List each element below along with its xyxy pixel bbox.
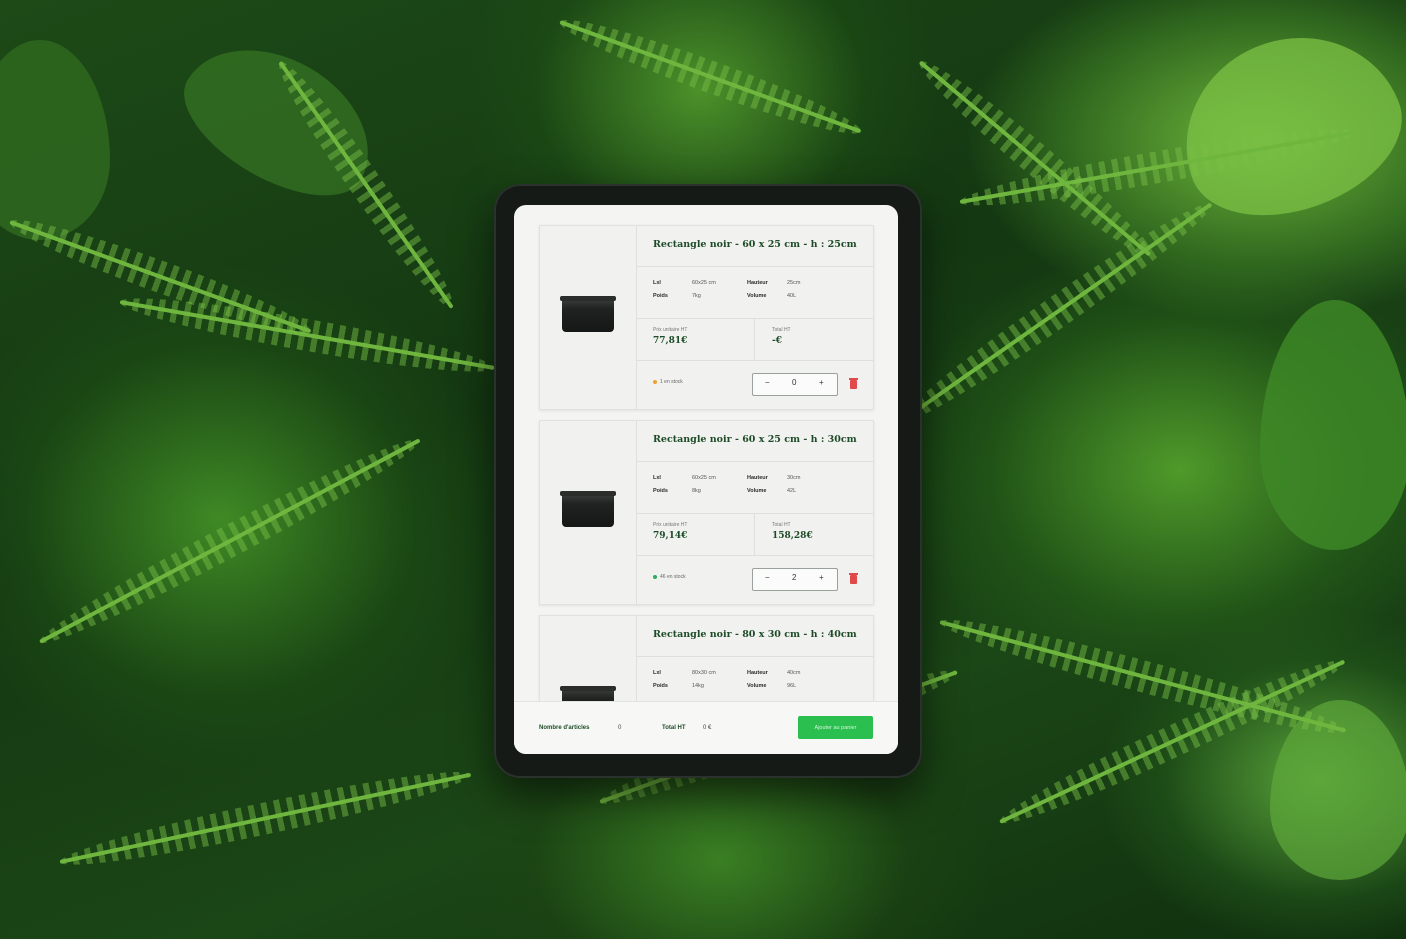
spec-value: 40cm xyxy=(787,670,801,676)
product-title: Rectangle noir - 60 x 25 cm - h : 30cm xyxy=(653,434,857,445)
product-image xyxy=(540,421,637,604)
spec-value: 42L xyxy=(787,488,797,494)
product-image xyxy=(540,616,637,702)
spec-label: Lxl xyxy=(653,475,661,481)
product-title: Rectangle noir - 60 x 25 cm - h : 25cm xyxy=(653,239,857,250)
spec-label: Lxl xyxy=(653,280,661,286)
increment-button[interactable]: + xyxy=(819,573,824,582)
cart-footer: Nombre d'articles 0 Total HT 0 € Ajouter… xyxy=(514,701,898,754)
quantity-value[interactable]: 2 xyxy=(792,573,796,582)
total-price: -€ xyxy=(772,336,782,346)
unit-price: 79,14€ xyxy=(653,531,688,541)
quantity-stepper[interactable]: − 2 + xyxy=(752,568,838,591)
product-card: Rectangle noir - 60 x 25 cm - h : 25cm L… xyxy=(539,225,874,410)
product-card: Rectangle noir - 80 x 30 cm - h : 40cm L… xyxy=(539,615,874,702)
trash-icon[interactable] xyxy=(849,378,858,389)
spec-value: 96L xyxy=(787,683,797,689)
spec-label: Hauteur xyxy=(747,670,768,676)
spec-value: 40L xyxy=(787,293,797,299)
article-count-label: Nombre d'articles xyxy=(539,725,590,731)
total-label: Total HT xyxy=(772,522,791,528)
black-planter-icon xyxy=(560,491,616,527)
stock-ok-dot-icon xyxy=(653,574,657,579)
trash-icon[interactable] xyxy=(849,573,858,584)
quantity-value[interactable]: 0 xyxy=(792,378,796,387)
tablet-screen: Rectangle noir - 60 x 25 cm - h : 25cm L… xyxy=(514,205,898,754)
product-card: Rectangle noir - 60 x 25 cm - h : 30cm L… xyxy=(539,420,874,605)
spec-value: 80x30 cm xyxy=(692,670,716,676)
increment-button[interactable]: + xyxy=(819,378,824,387)
spec-value: 60x25 cm xyxy=(692,280,716,286)
spec-label: Volume xyxy=(747,488,767,494)
spec-label: Volume xyxy=(747,683,767,689)
footer-total-value: 0 € xyxy=(703,725,712,731)
stock-low-dot-icon xyxy=(653,379,657,384)
article-count-value: 0 xyxy=(618,725,622,731)
total-label: Total HT xyxy=(772,327,791,333)
total-price: 158,28€ xyxy=(772,531,813,541)
footer-total-label: Total HT xyxy=(662,725,686,731)
spec-value: 30cm xyxy=(787,475,801,481)
product-image xyxy=(540,226,637,409)
add-to-cart-button[interactable]: Ajouter au panier xyxy=(798,716,873,739)
stock-status: 1 en stock xyxy=(653,379,683,385)
stock-status: 46 en stock xyxy=(653,574,686,580)
spec-label: Poids xyxy=(653,293,668,299)
product-list[interactable]: Rectangle noir - 60 x 25 cm - h : 25cm L… xyxy=(514,205,898,702)
spec-label: Lxl xyxy=(653,670,661,676)
spec-label: Volume xyxy=(747,293,767,299)
spec-value: 60x25 cm xyxy=(692,475,716,481)
spec-label: Poids xyxy=(653,488,668,494)
unit-price: 77,81€ xyxy=(653,336,688,346)
decrement-button[interactable]: − xyxy=(765,573,770,582)
black-planter-icon xyxy=(560,296,616,332)
spec-value: 14kg xyxy=(692,683,704,689)
quantity-stepper[interactable]: − 0 + xyxy=(752,373,838,396)
spec-value: 8kg xyxy=(692,488,701,494)
unit-price-label: Prix unitaire HT xyxy=(653,327,688,333)
decrement-button[interactable]: − xyxy=(765,378,770,387)
spec-label: Hauteur xyxy=(747,475,768,481)
spec-value: 7kg xyxy=(692,293,701,299)
tablet-device: Rectangle noir - 60 x 25 cm - h : 25cm L… xyxy=(494,184,922,778)
unit-price-label: Prix unitaire HT xyxy=(653,522,688,528)
product-title: Rectangle noir - 80 x 30 cm - h : 40cm xyxy=(653,629,857,640)
spec-label: Hauteur xyxy=(747,280,768,286)
spec-value: 25cm xyxy=(787,280,801,286)
spec-label: Poids xyxy=(653,683,668,689)
